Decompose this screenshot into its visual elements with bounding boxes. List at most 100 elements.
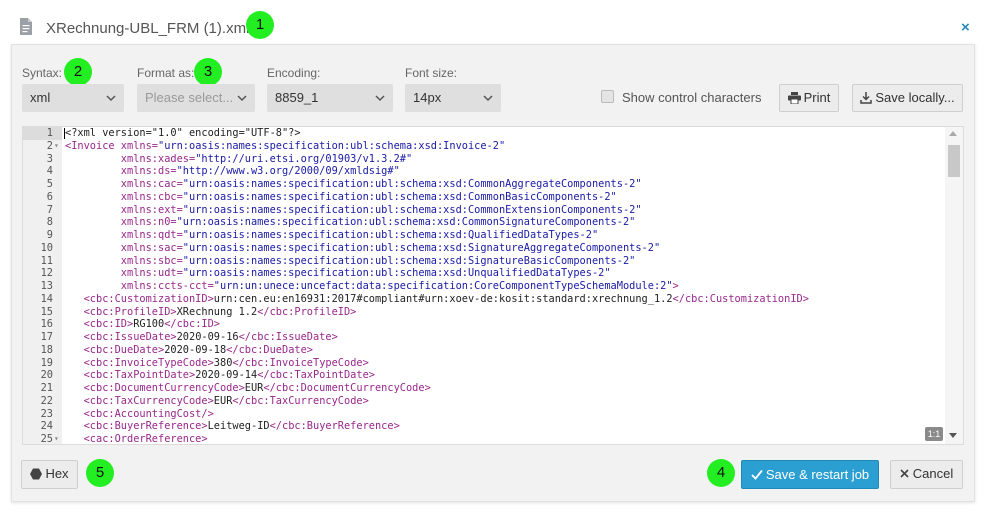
line-number: 23	[40, 407, 53, 420]
code-line[interactable]: 11 xmlns:sbc="urn:oasis:names:specificat…	[23, 255, 945, 268]
line-number: 8	[46, 216, 53, 229]
line-number: 13	[40, 280, 53, 292]
code-text: xmlns:ccts-cct="urn:un:unece:uncefact:da…	[65, 280, 679, 293]
code-token: <cbc:ID>	[65, 318, 134, 331]
code-line[interactable]: 21 <cbc:DocumentCurrencyCode>EUR</cbc:Do…	[23, 382, 945, 395]
chevron-down-icon	[483, 95, 493, 102]
annotation-badge-1: 1	[246, 11, 274, 39]
code-token: "urn:oasis:names:specification:ubl:schem…	[176, 216, 636, 229]
fold-toggle-icon[interactable]: ▾	[54, 433, 59, 444]
code-text: <cbc:CustomizationID>urn:cen.eu:en16931:…	[65, 293, 809, 306]
code-text: xmlns:ds="http://www.w3.org/2000/09/xmld…	[65, 165, 400, 178]
code-token: "urn:oasis:names:specification:ubl:schem…	[182, 267, 611, 280]
code-token: <cbc:TaxCurrencyCode>	[65, 394, 214, 407]
syntax-select[interactable]: xml	[22, 84, 124, 112]
code-token: >	[672, 280, 679, 292]
code-text: <cbc:BuyerReference>Leitweg-ID</cbc:Buye…	[65, 420, 400, 433]
code-text: <?xml version="1.0" encoding="UTF-8"?>	[65, 127, 301, 140]
code-token: xmlns:udt=	[65, 267, 183, 280]
code-text: xmlns:sbc="urn:oasis:names:specification…	[65, 254, 636, 268]
show-control-characters-label[interactable]: Show control characters	[622, 90, 761, 105]
code-line[interactable]: 19 <cbc:InvoiceTypeCode>380</cbc:Invoice…	[23, 357, 945, 370]
format-select[interactable]: Please select...	[137, 84, 255, 112]
hexagon-icon	[30, 468, 43, 480]
code-token: </cbc:DueDate>	[226, 343, 313, 356]
code-line[interactable]: 3 xmlns:xades="http://uri.etsi.org/01903…	[23, 153, 945, 166]
save-restart-job-button[interactable]: Save & restart job	[741, 460, 879, 489]
save-locally-button[interactable]: Save locally...	[852, 84, 963, 112]
code-line[interactable]: 2 ▾ <Invoice xmlns="urn:oasis:names:specif…	[23, 140, 945, 153]
line-number: 6	[46, 190, 53, 203]
code-token: </cbc:DocumentCurrencyCode>	[263, 382, 431, 394]
code-token: "urn:un:unece:uncefact:data:specificatio…	[213, 280, 673, 292]
close-icon	[900, 469, 909, 478]
code-text: xmlns:cbc="urn:oasis:names:specification…	[65, 191, 617, 204]
code-text: <cbc:TaxPointDate>2020-09-14</cbc:TaxPoi…	[65, 369, 375, 382]
code-line[interactable]: 16 <cbc:ID>RG100</cbc:ID>	[23, 318, 945, 331]
code-text: xmlns:udt="urn:oasis:names:specification…	[65, 267, 611, 280]
code-text: <cbc:DueDate>2020-09-18</cbc:DueDate>	[65, 344, 313, 357]
code-text: <cbc:AccountingCost/>	[65, 408, 214, 421]
code-line[interactable]: 18 <cbc:DueDate>2020-09-18</cbc:DueDate>	[23, 344, 945, 357]
editor-lines[interactable]: 1 <?xml version="1.0" encoding="UTF-8"?> 2…	[23, 127, 945, 445]
line-number: 4	[46, 165, 53, 178]
code-line[interactable]: 5 xmlns:cac="urn:oasis:names:specificati…	[23, 178, 945, 191]
text-cursor	[64, 128, 65, 139]
code-token: <cac:OrderReference>	[65, 433, 208, 445]
code-line[interactable]: 12 xmlns:udt="urn:oasis:names:specificat…	[23, 267, 945, 280]
show-control-characters-checkbox[interactable]	[601, 90, 614, 103]
format-placeholder: Please select...	[145, 90, 234, 105]
code-line[interactable]: 23 <cbc:AccountingCost/>	[23, 408, 945, 421]
code-line[interactable]: 13 xmlns:ccts-cct="urn:un:unece:uncefact…	[23, 280, 945, 293]
code-line[interactable]: 17 <cbc:IssueDate>2020-09-16</cbc:IssueD…	[23, 331, 945, 344]
code-token: </cbc:ID>	[164, 318, 220, 331]
code-token: RG100	[133, 318, 165, 331]
code-token: xmlns:sac=	[65, 241, 183, 254]
code-line[interactable]: 9 xmlns:qdt="urn:oasis:names:specificati…	[23, 229, 945, 242]
code-line[interactable]: 6 xmlns:cbc="urn:oasis:names:specificati…	[23, 191, 945, 204]
cancel-button[interactable]: Cancel	[890, 460, 963, 489]
code-line[interactable]: 14 <cbc:CustomizationID>urn:cen.eu:en169…	[23, 293, 945, 306]
code-line[interactable]: 1 <?xml version="1.0" encoding="UTF-8"?>	[23, 127, 945, 140]
close-icon[interactable]: ×	[961, 19, 970, 36]
code-token: 2020-09-18	[164, 343, 227, 356]
hex-button[interactable]: Hex	[21, 460, 78, 489]
dialog-titlebar: XRechnung-UBL_FRM (1).xml ×	[0, 0, 984, 44]
code-token: </cbc:IssueDate>	[238, 331, 338, 343]
scroll-thumb[interactable]	[948, 145, 960, 177]
code-text: <cbc:ProfileID>XRechnung 1.2</cbc:Profil…	[65, 306, 357, 319]
code-token: <Invoice xmlns=	[65, 139, 158, 152]
code-token: <cbc:CustomizationID>	[65, 292, 214, 305]
code-line[interactable]: 8 xmlns:n0="urn:oasis:names:specificatio…	[23, 216, 945, 229]
encoding-select[interactable]: 8859_1	[267, 84, 393, 112]
code-text: xmlns:ext="urn:oasis:names:specification…	[65, 204, 642, 217]
file-icon	[20, 18, 32, 35]
code-token: xmlns:ext=	[65, 203, 183, 216]
print-button[interactable]: Print	[779, 84, 839, 112]
code-line[interactable]: 4 xmlns:ds="http://www.w3.org/2000/09/xm…	[23, 165, 945, 178]
code-token: xmlns:cbc=	[65, 190, 183, 203]
code-line[interactable]: 15 <cbc:ProfileID>XRechnung 1.2</cbc:Pro…	[23, 306, 945, 319]
code-line[interactable]: 25 ▾ <cac:OrderReference>	[23, 433, 945, 445]
code-text: xmlns:n0="urn:oasis:names:specification:…	[65, 216, 636, 229]
scroll-up-arrow-icon[interactable]	[949, 131, 957, 136]
chevron-down-icon	[237, 95, 247, 102]
code-line[interactable]: 7 xmlns:ext="urn:oasis:names:specificati…	[23, 204, 945, 217]
code-token: "urn:oasis:names:specification:ubl:schem…	[182, 254, 636, 267]
code-text: xmlns:cac="urn:oasis:names:specification…	[65, 178, 642, 191]
code-line[interactable]: 10 xmlns:sac="urn:oasis:names:specificat…	[23, 242, 945, 255]
editor-scrollbar[interactable]	[945, 127, 963, 444]
scroll-down-arrow-icon[interactable]	[949, 433, 957, 438]
xml-editor[interactable]: 1 <?xml version="1.0" encoding="UTF-8"?> 2…	[22, 126, 964, 445]
line-number: 10	[40, 241, 53, 254]
code-token: </cbc:BuyerReference>	[269, 420, 400, 433]
code-line[interactable]: 24 <cbc:BuyerReference>Leitweg-ID</cbc:B…	[23, 420, 945, 433]
code-line[interactable]: 20 <cbc:TaxPointDate>2020-09-14</cbc:Tax…	[23, 369, 945, 382]
code-text: <cbc:TaxCurrencyCode>EUR</cbc:TaxCurrenc…	[65, 395, 369, 408]
fold-toggle-icon[interactable]: ▾	[54, 140, 59, 153]
code-line[interactable]: 22 <cbc:TaxCurrencyCode>EUR</cbc:TaxCurr…	[23, 395, 945, 408]
fontsize-select[interactable]: 14px	[405, 84, 501, 112]
code-token: "urn:oasis:names:specification:ubl:schem…	[158, 139, 506, 152]
line-number: 16	[40, 318, 53, 331]
code-token: "urn:oasis:names:specification:ubl:schem…	[182, 178, 642, 190]
